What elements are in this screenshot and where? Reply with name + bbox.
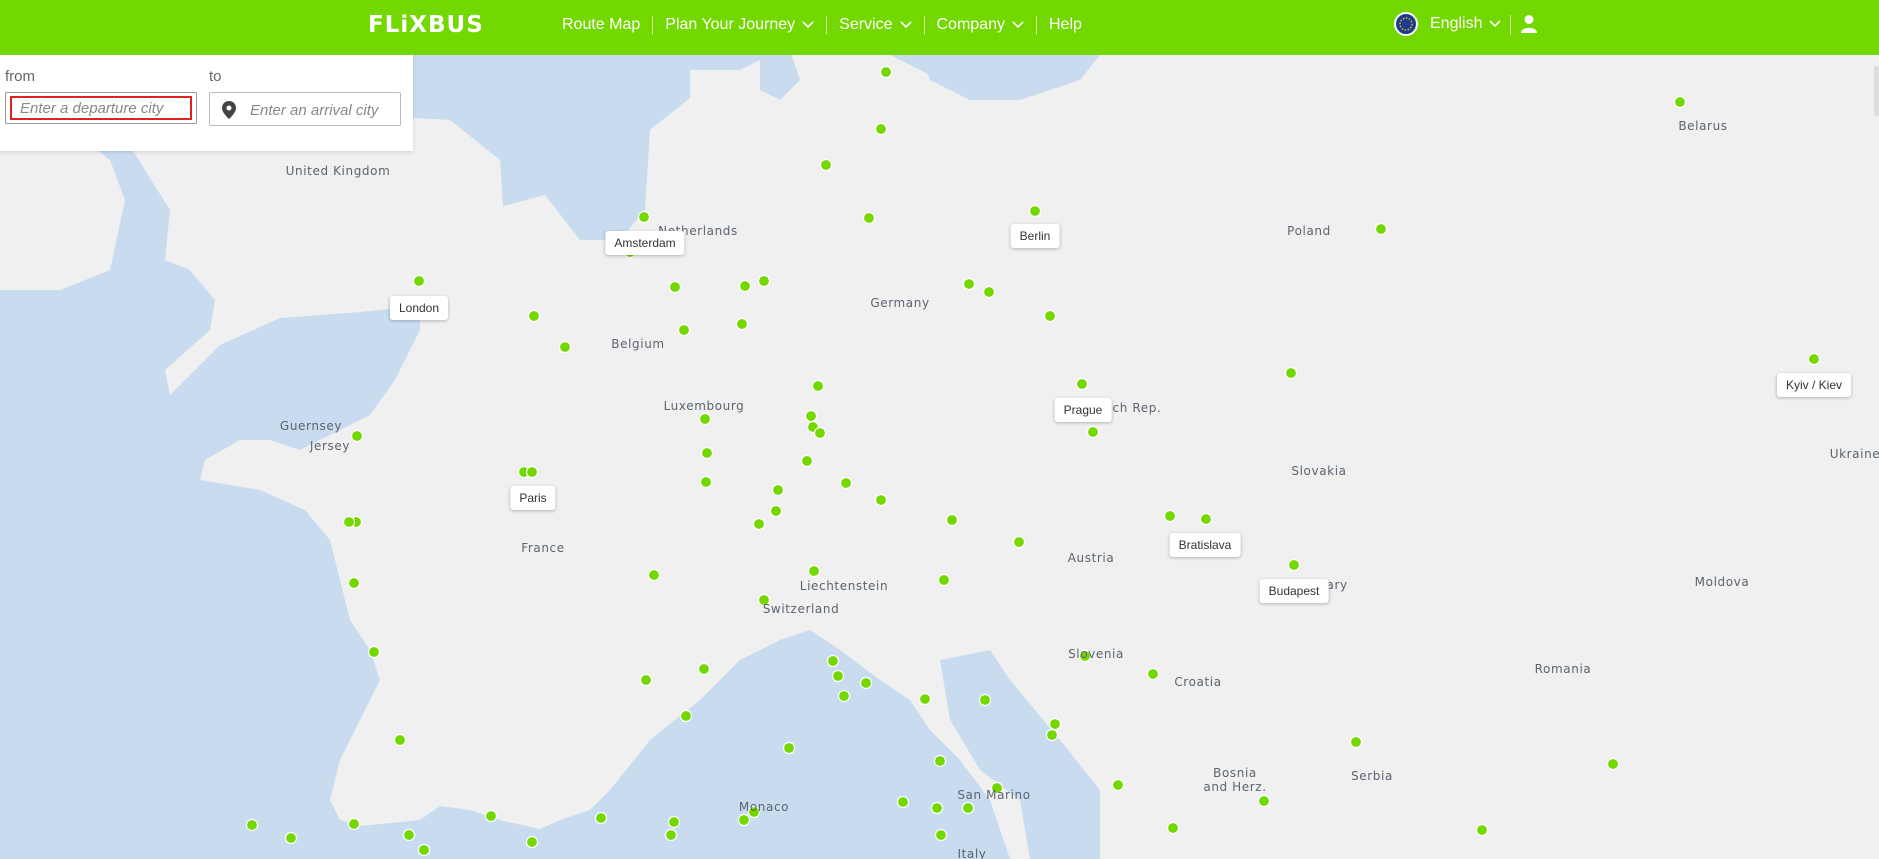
language-selector[interactable]: English [1394,12,1502,36]
city-label[interactable]: Budapest [1259,579,1329,603]
arrival-field [209,92,401,126]
city-label[interactable]: Berlin [1010,224,1060,248]
top-navigation-bar: FLiXBUS Route Map Plan Your Journey Serv… [0,0,1879,55]
scrollbar-handle[interactable] [1874,66,1879,116]
eu-flag-icon [1394,12,1418,36]
chevron-down-icon [802,21,814,29]
nav-company[interactable]: Company [925,13,1036,37]
nav-help[interactable]: Help [1037,13,1094,37]
city-label[interactable]: Amsterdam [605,231,685,255]
departure-city-input[interactable] [10,96,192,120]
location-pin-icon [222,101,236,119]
search-panel: from to [0,55,413,151]
main-nav: Route Map Plan Your Journey Service Comp… [550,0,1094,50]
nav-route-map[interactable]: Route Map [550,13,652,37]
departure-field [5,92,197,124]
nav-help-label: Help [1048,16,1082,33]
nav-plan-your-journey[interactable]: Plan Your Journey [653,13,826,37]
to-label: to [209,68,222,85]
flixbus-logo[interactable]: FLiXBUS [368,12,484,38]
city-label[interactable]: Prague [1054,398,1112,422]
chevron-down-icon [1012,21,1024,29]
city-label[interactable]: Paris [510,486,556,510]
from-label: from [5,68,35,85]
city-label[interactable]: London [389,296,449,320]
language-label: English [1430,15,1483,32]
header-separator [1510,15,1511,35]
chevron-down-icon [899,21,912,29]
nav-service[interactable]: Service [827,13,923,37]
arrival-city-input[interactable] [248,95,400,125]
user-icon[interactable] [1520,14,1538,39]
nav-company-label: Company [936,16,1005,33]
nav-plan-your-journey-label: Plan Your Journey [665,16,796,33]
nav-route-map-label: Route Map [562,16,641,33]
nav-service-label: Service [839,16,893,33]
chevron-down-icon [1489,20,1502,28]
city-label[interactable]: Kyiv / Kiev [1776,373,1852,397]
city-label[interactable]: Bratislava [1169,533,1241,557]
